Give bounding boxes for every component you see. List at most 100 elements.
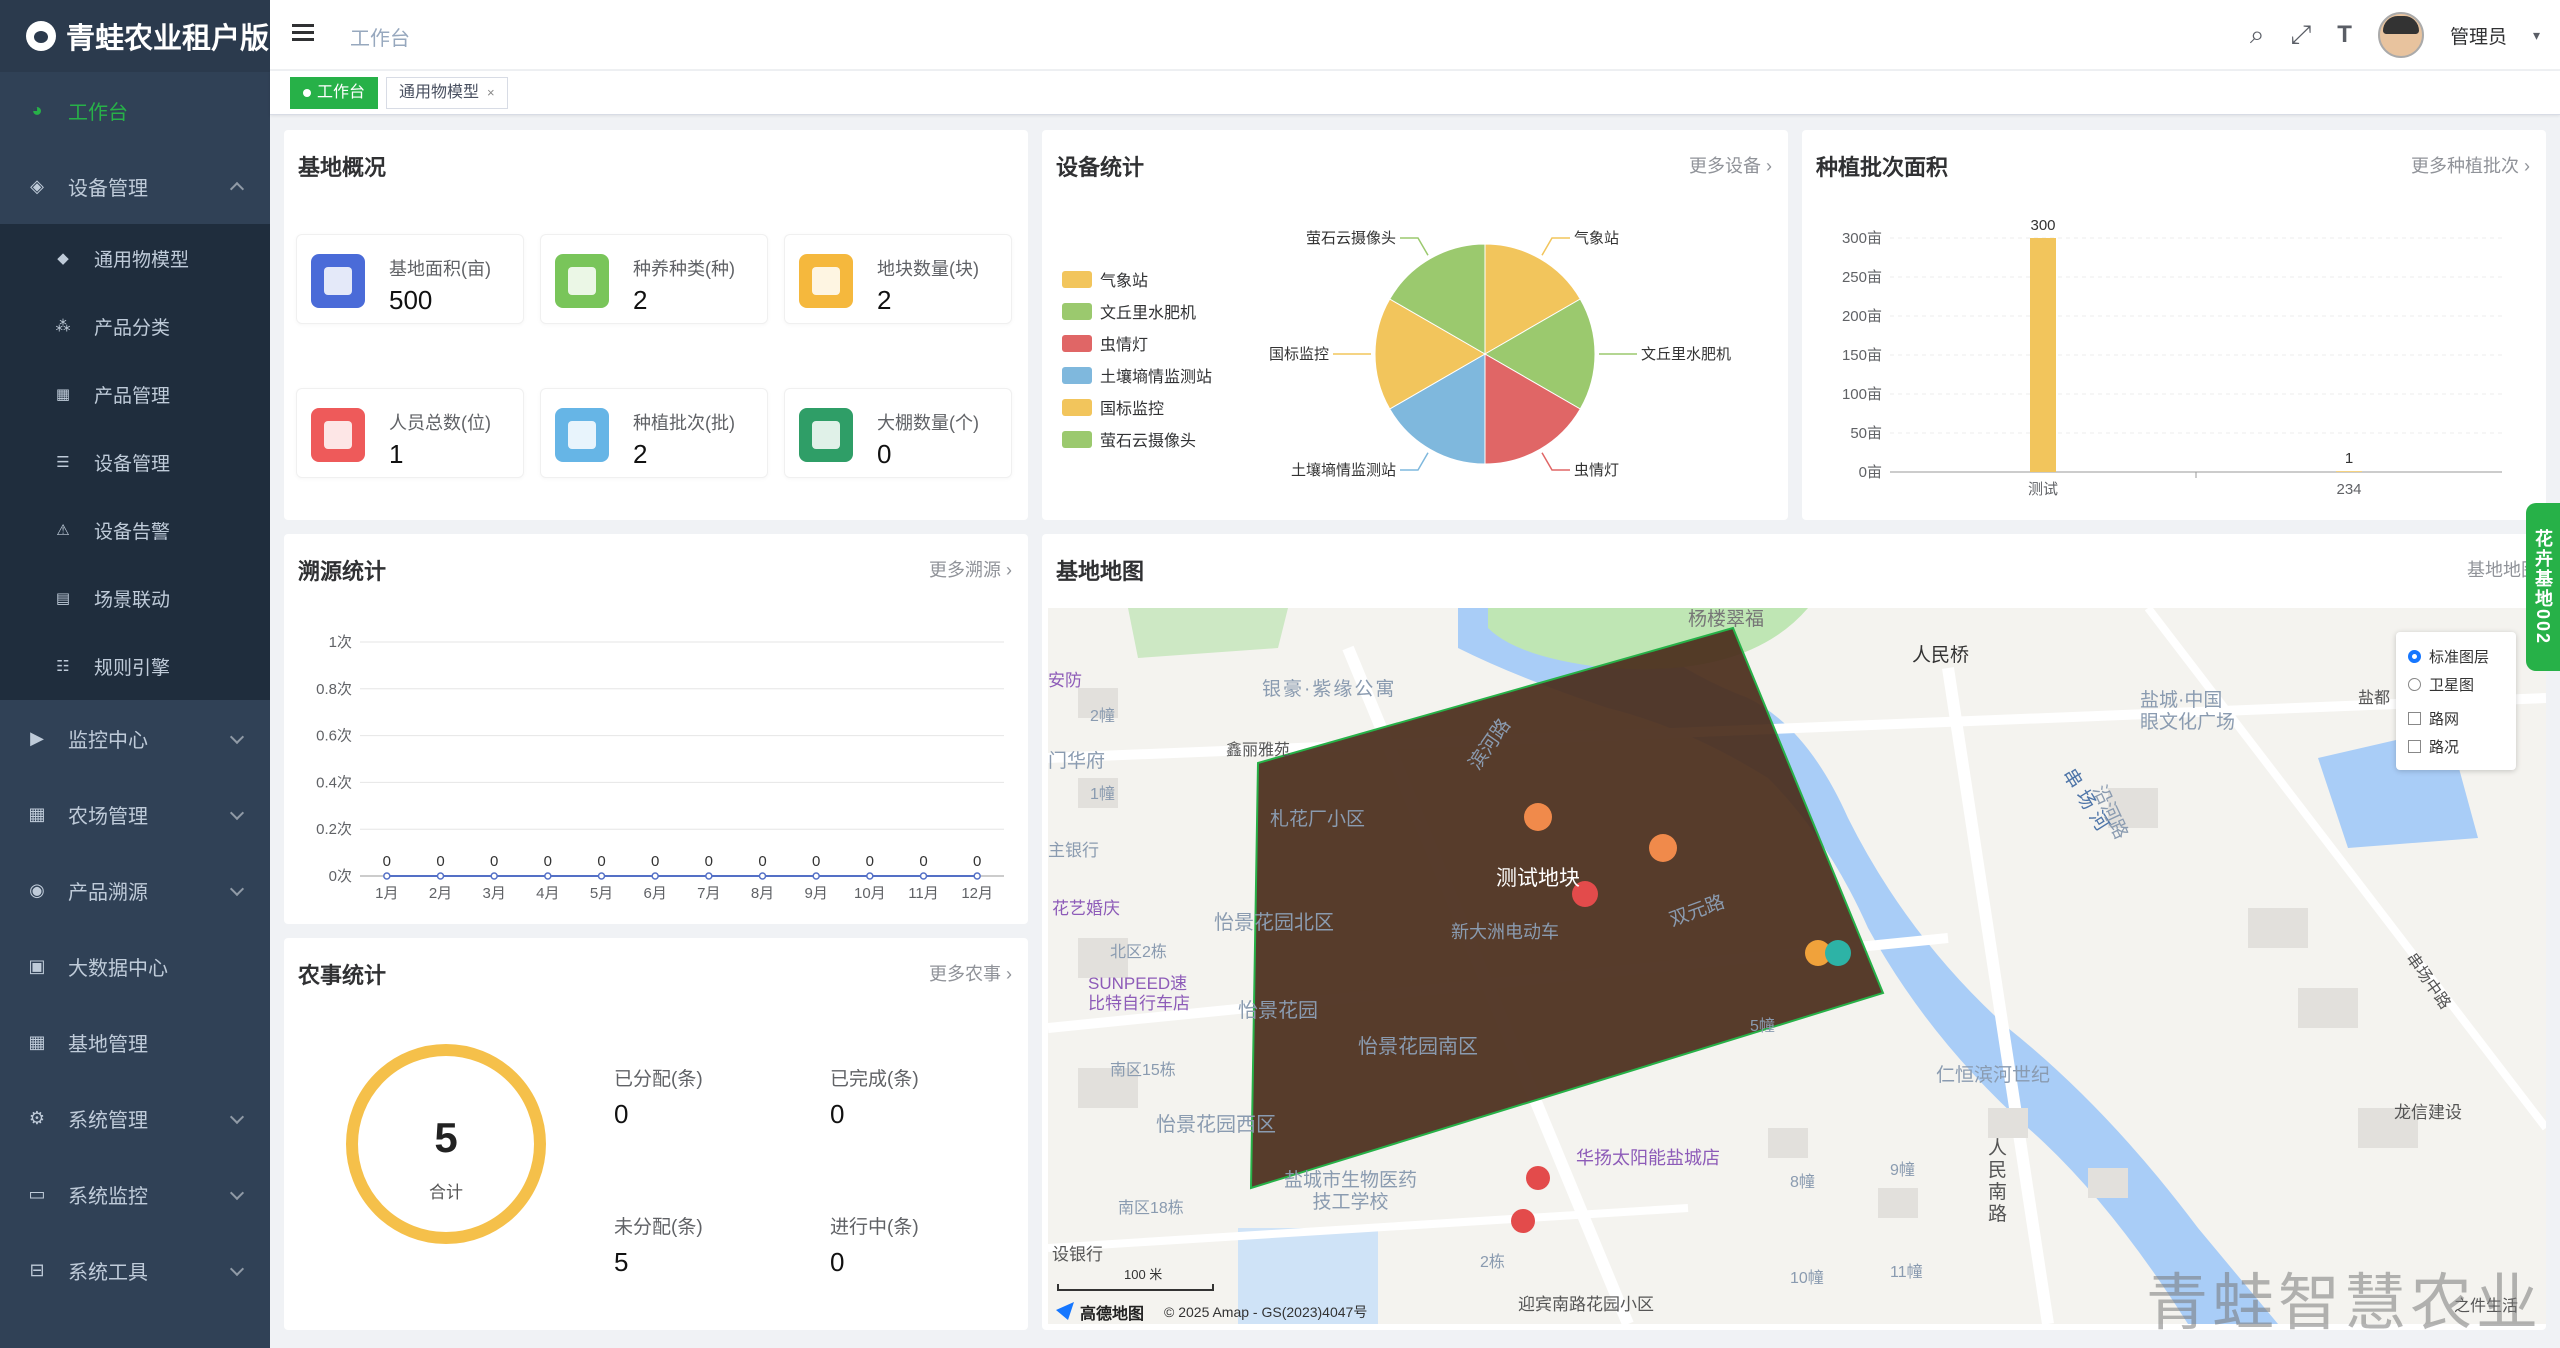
more-farm-work-link[interactable]: 更多农事 — [929, 960, 1012, 986]
map-layer-switcher: 标准图层 卫星图 路网 路况 — [2396, 632, 2516, 770]
point-value-label: 0 — [705, 853, 713, 870]
base-map[interactable]: 测试地块 杨楼翠福 人民桥 银豪·紫缘公寓 盐城·中国 眼文化广场 滨河路 串场… — [1048, 608, 2546, 1324]
line-point[interactable] — [436, 872, 445, 880]
line-point[interactable] — [758, 872, 767, 880]
farm-assigned: 已分配(条) 0 — [614, 1064, 703, 1130]
app-logo[interactable]: 青蛙农业租户版 — [0, 0, 270, 72]
greenhouse-icon — [799, 408, 853, 462]
map-label: 札花厂小区 — [1270, 809, 1366, 830]
sidebar-item-bigdata[interactable]: ▣ 大数据中心 — [0, 928, 270, 1004]
cube-icon: ◆ — [57, 250, 69, 267]
bar[interactable] — [2030, 238, 2056, 472]
sidebar-item-system-tools[interactable]: ⊟ 系统工具 — [0, 1232, 270, 1308]
sidebar-item-thing-model[interactable]: ◆ 通用物模型 — [0, 224, 270, 292]
farm-item-label: 进行中(条) — [830, 1217, 919, 1238]
plot-label[interactable]: 测试地块 — [1496, 862, 1580, 892]
map-label: 南区18栋 — [1118, 1200, 1184, 1217]
planting-area-card: 种植批次面积 更多种植批次 300亩250亩200亩150亩100亩50亩0亩3… — [1802, 130, 2546, 520]
sidebar-item-rule-engine[interactable]: ☷ 规则引擎 — [0, 632, 270, 700]
stat-label: 地块数量(块) — [877, 259, 979, 279]
pie-label-line — [1400, 237, 1429, 256]
sidebar-item-label: 监控中心 — [68, 729, 148, 752]
line-point[interactable] — [705, 872, 713, 880]
line-point[interactable] — [383, 872, 391, 880]
line-point[interactable] — [866, 872, 874, 880]
footer-watermark: 青蛙智慧农业 — [2145, 1269, 2542, 1338]
bar[interactable] — [2336, 471, 2362, 472]
layer-traffic-option[interactable]: 路况 — [2408, 732, 2504, 760]
layer-roadnet-option[interactable]: 路网 — [2408, 704, 2504, 732]
sidebar-item-label: 场景联动 — [94, 589, 171, 611]
tab-thing-model[interactable]: 通用物模型 × — [386, 77, 508, 109]
line-point[interactable] — [597, 872, 606, 880]
sidebar-item-label: 通用物模型 — [94, 249, 190, 271]
map-canvas[interactable] — [1048, 608, 2546, 1324]
x-tick-label: 7月 — [697, 885, 720, 902]
layer-label: 标准图层 — [2429, 648, 2490, 666]
farm-item-value: 0 — [830, 1247, 845, 1277]
sidebar: 青蛙农业租户版 ◕ 工作台 ◈ 设备管理 ◆ 通用物模型 ⁂ 产品分类 ▦ 产品管理 … — [0, 0, 270, 1348]
y-tick-label: 0.2次 — [316, 821, 352, 838]
caret-down-icon[interactable]: ▾ — [2533, 27, 2540, 44]
tab-dashboard[interactable]: 工作台 — [290, 77, 379, 109]
layer-standard-option[interactable]: 标准图层 — [2408, 642, 2504, 670]
map-label: 华扬太阳能盐城店 — [1576, 1148, 1720, 1168]
alarm-icon: ⚠ — [56, 522, 70, 539]
fullscreen-icon[interactable]: ⤢ — [2290, 19, 2311, 51]
hamburger-menu-icon[interactable] — [292, 24, 314, 42]
x-tick-label: 234 — [2336, 481, 2361, 498]
sidebar-item-product-trace[interactable]: ◉ 产品溯源 — [0, 852, 270, 928]
sidebar-item-scene-linkage[interactable]: ▤ 场景联动 — [0, 564, 270, 632]
stat-value: 2 — [877, 285, 892, 315]
sidebar-item-system-monitor[interactable]: ▭ 系统监控 — [0, 1156, 270, 1232]
pie-label: 国标监控 — [1269, 346, 1329, 363]
stat-value: 2 — [633, 285, 648, 315]
map-label: 银豪·紫缘公寓 — [1262, 679, 1397, 700]
x-tick-label: 5月 — [590, 885, 613, 902]
sidebar-item-product-category[interactable]: ⁂ 产品分类 — [0, 292, 270, 360]
avatar[interactable] — [2377, 12, 2424, 58]
sidebar-item-monitor-center[interactable]: ▶ 监控中心 — [0, 700, 270, 776]
sidebar-item-base-management[interactable]: ▦ 基地管理 — [0, 1004, 270, 1080]
username[interactable]: 管理员 — [2450, 22, 2507, 49]
line-point[interactable] — [973, 872, 981, 880]
line-point[interactable] — [490, 872, 498, 880]
chevron-up-icon — [229, 181, 245, 197]
sidebar-item-device-management[interactable]: ◈ 设备管理 — [0, 148, 270, 224]
y-tick-label: 200亩 — [1842, 307, 1882, 325]
sidebar-item-system-management[interactable]: ⚙ 系统管理 — [0, 1080, 270, 1156]
sidebar-item-farm-management[interactable]: ▦ 农场管理 — [0, 776, 270, 852]
line-point[interactable] — [919, 872, 928, 880]
sidebar-item-label: 基地管理 — [68, 1033, 148, 1056]
point-value-label: 0 — [436, 853, 444, 870]
line-point[interactable] — [544, 872, 552, 880]
sidebar-item-dashboard[interactable]: ◕ 工作台 — [0, 72, 270, 148]
close-icon[interactable]: × — [487, 85, 495, 100]
map-label: 新大洲电动车 — [1451, 922, 1559, 942]
layer-satellite-option[interactable]: 卫星图 — [2408, 670, 2504, 698]
map-label: 怡景花园 — [1238, 1000, 1318, 1022]
sidebar-item-device-alarm[interactable]: ⚠ 设备告警 — [0, 496, 270, 564]
trace-line-chart: 1次 0.8次 0.6次 0.4次 0.2次 0次 0 1月 0 2月 0 3月 0 4月 0 5月 0 6月 0 7… — [316, 634, 1004, 902]
stat-base-area: 基地面积(亩) 500 — [296, 234, 524, 324]
line-point[interactable] — [651, 872, 659, 880]
map-label: 设银行 — [1052, 1245, 1103, 1264]
y-tick-label: 0次 — [329, 868, 352, 885]
map-label: 杨楼翠福 — [1688, 609, 1765, 630]
point-value-label: 0 — [597, 853, 605, 870]
layer-label: 路况 — [2429, 738, 2460, 756]
search-icon[interactable]: ⌕ — [2250, 19, 2265, 51]
sidebar-item-product-management[interactable]: ▦ 产品管理 — [0, 360, 270, 428]
farm-item-label: 已分配(条) — [614, 1069, 703, 1090]
map-label: 2栋 — [1480, 1254, 1505, 1271]
layers-icon: ◈ — [30, 175, 44, 196]
sidebar-item-device-list[interactable]: ☰ 设备管理 — [0, 428, 270, 496]
base-switch-tab[interactable]: 花卉基地002 — [2526, 503, 2560, 671]
radio-icon — [2408, 677, 2421, 691]
sidebar-item-label: 系统工具 — [68, 1261, 148, 1284]
system-monitor-icon: ▭ — [28, 1183, 46, 1204]
farm-unassigned: 未分配(条) 5 — [614, 1212, 703, 1278]
line-point[interactable] — [812, 872, 820, 880]
font-size-icon[interactable]: T — [2337, 21, 2352, 49]
x-tick-label: 2月 — [429, 885, 452, 902]
